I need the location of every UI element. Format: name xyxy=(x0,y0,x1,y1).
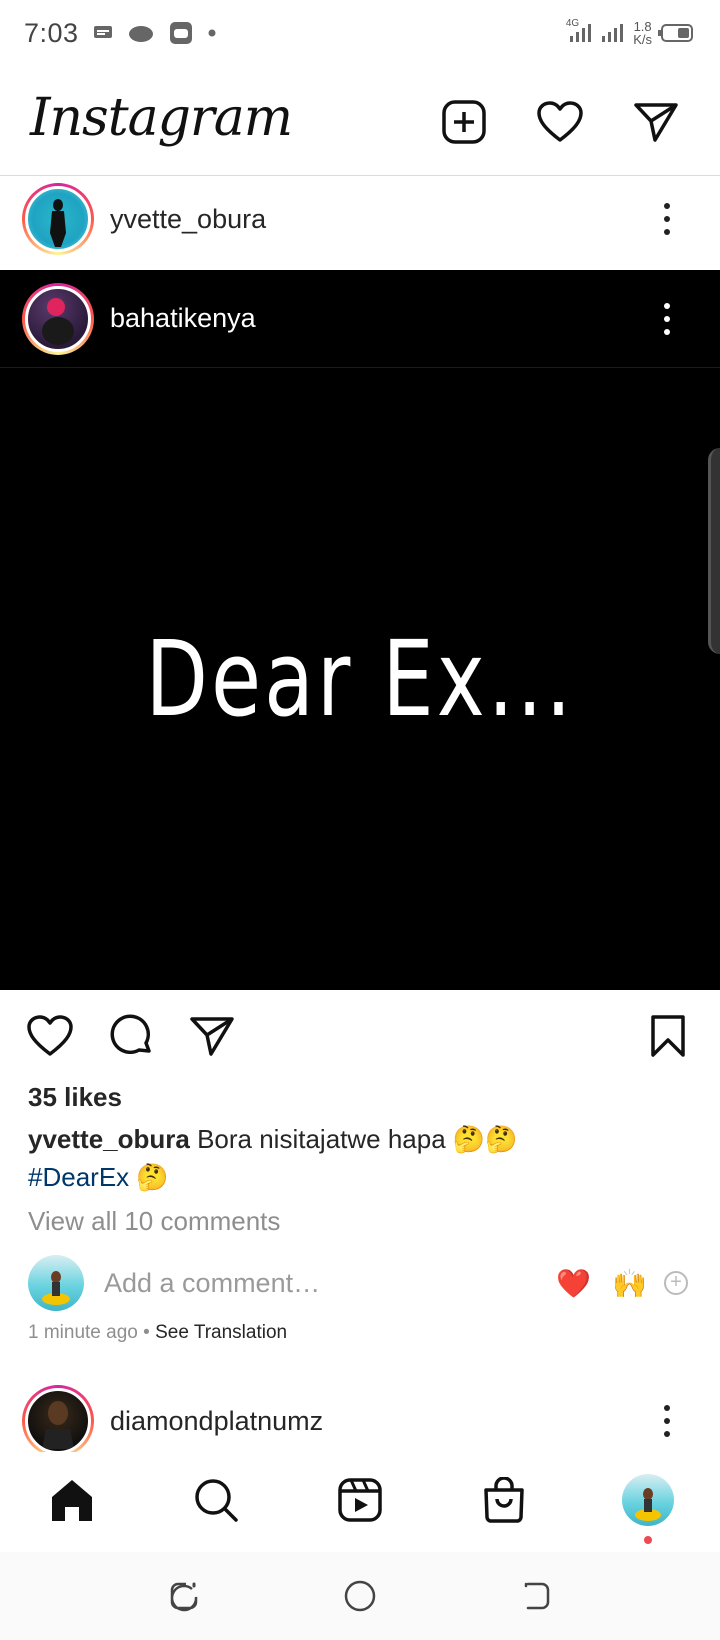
home-circle-icon[interactable] xyxy=(342,1578,378,1614)
username[interactable]: yvette_obura xyxy=(110,204,266,235)
current-user-avatar xyxy=(28,1255,84,1311)
more-options-icon[interactable] xyxy=(664,302,672,335)
like-button[interactable] xyxy=(24,1010,76,1062)
more-options-icon[interactable] xyxy=(664,203,672,235)
avatar-image xyxy=(25,1388,91,1454)
hashtag-emoji: 🤔 xyxy=(136,1162,169,1192)
net-speed-unit: K/s xyxy=(633,32,652,47)
post-timestamp-row: 1 minute ago • See Translation xyxy=(28,1322,287,1344)
signal-icon-2 xyxy=(602,24,624,42)
view-all-comments-link[interactable]: View all 10 comments xyxy=(28,1206,280,1237)
comment-button[interactable] xyxy=(106,1010,158,1062)
see-translation-link[interactable]: See Translation xyxy=(155,1322,287,1343)
status-notification-icons xyxy=(93,21,217,45)
avatar[interactable] xyxy=(22,282,94,355)
post-caption: yvette_obura Bora nisitajatwe hapa 🤔🤔 #D… xyxy=(28,1120,688,1196)
caption-username[interactable]: yvette_obura xyxy=(28,1124,190,1154)
post-media[interactable]: Dear Ex... xyxy=(0,368,720,990)
post: bahatikenya Dear Ex... xyxy=(0,270,720,990)
home-icon[interactable] xyxy=(46,1474,98,1526)
avatar[interactable] xyxy=(22,1385,94,1457)
separator: • xyxy=(137,1322,156,1343)
more-options-icon[interactable] xyxy=(664,1405,672,1437)
profile-avatar[interactable] xyxy=(622,1474,674,1526)
avatar[interactable] xyxy=(22,183,94,255)
notification-dot xyxy=(644,1536,652,1544)
status-right: 4G 1.8 K/s xyxy=(550,17,696,46)
share-button[interactable] xyxy=(186,1010,238,1062)
system-navigation-bar xyxy=(0,1552,720,1640)
post-header[interactable]: bahatikenya xyxy=(0,270,720,368)
message-notification-icon xyxy=(93,26,112,38)
heart-icon[interactable] xyxy=(534,96,586,148)
quick-reaction-heart[interactable]: ❤️ xyxy=(556,1267,591,1300)
likes-count[interactable]: 35 likes xyxy=(28,1082,122,1113)
save-bookmark-button[interactable] xyxy=(642,1010,694,1062)
post-media-text: Dear Ex... xyxy=(145,618,575,740)
avatar-image xyxy=(25,186,91,252)
add-comment-row: Add a comment… ❤️ 🙌 + xyxy=(0,1254,720,1312)
post-actions xyxy=(0,1010,720,1062)
side-edge-handle[interactable] xyxy=(708,448,720,654)
cloud-notification-icon xyxy=(128,26,153,42)
username[interactable]: bahatikenya xyxy=(110,303,256,334)
back-icon[interactable] xyxy=(518,1578,554,1614)
hashtag-link[interactable]: #DearEx xyxy=(28,1162,129,1192)
direct-message-icon[interactable] xyxy=(630,96,682,148)
app-header: Instagram xyxy=(0,70,720,176)
new-post-icon[interactable] xyxy=(438,96,490,148)
more-reactions-plus-icon[interactable]: + xyxy=(664,1271,688,1295)
game-notification-icon xyxy=(169,22,192,44)
post-header-yvette[interactable]: yvette_obura xyxy=(0,172,720,266)
net-speed: 1.8 K/s xyxy=(633,20,652,46)
shop-icon[interactable] xyxy=(478,1474,530,1526)
add-comment-input[interactable]: Add a comment… xyxy=(104,1268,320,1299)
instagram-logo[interactable]: Instagram xyxy=(30,88,293,148)
status-bar: 7:03 4G 1.8 K/s xyxy=(0,0,720,66)
avatar-image xyxy=(25,285,91,352)
status-time: 7:03 xyxy=(24,17,79,48)
bottom-navigation xyxy=(0,1452,720,1548)
profile-avatar-image xyxy=(622,1474,674,1526)
recent-apps-icon[interactable] xyxy=(166,1578,202,1614)
time-ago: 1 minute ago xyxy=(28,1322,138,1343)
more-notifications-dot-icon xyxy=(208,29,216,37)
battery-icon xyxy=(658,24,693,42)
reels-icon[interactable] xyxy=(334,1474,386,1526)
caption-text: Bora nisitajatwe hapa 🤔🤔 xyxy=(197,1124,518,1154)
quick-reaction-raised-hands[interactable]: 🙌 xyxy=(612,1267,647,1300)
username[interactable]: diamondplatnumz xyxy=(110,1406,323,1437)
network-type: 4G xyxy=(565,17,580,29)
search-icon[interactable] xyxy=(190,1474,242,1526)
